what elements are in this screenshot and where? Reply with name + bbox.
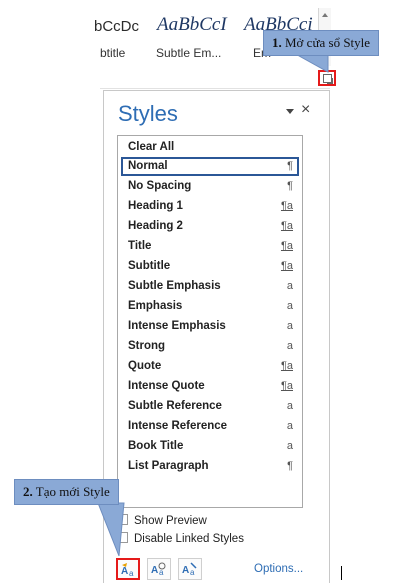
text-cursor (341, 566, 342, 580)
callout-text: Tạo mới Style (35, 484, 110, 499)
callout-number: 2. (23, 484, 33, 499)
callout-create-style: 2. Tạo mới Style (14, 479, 119, 505)
